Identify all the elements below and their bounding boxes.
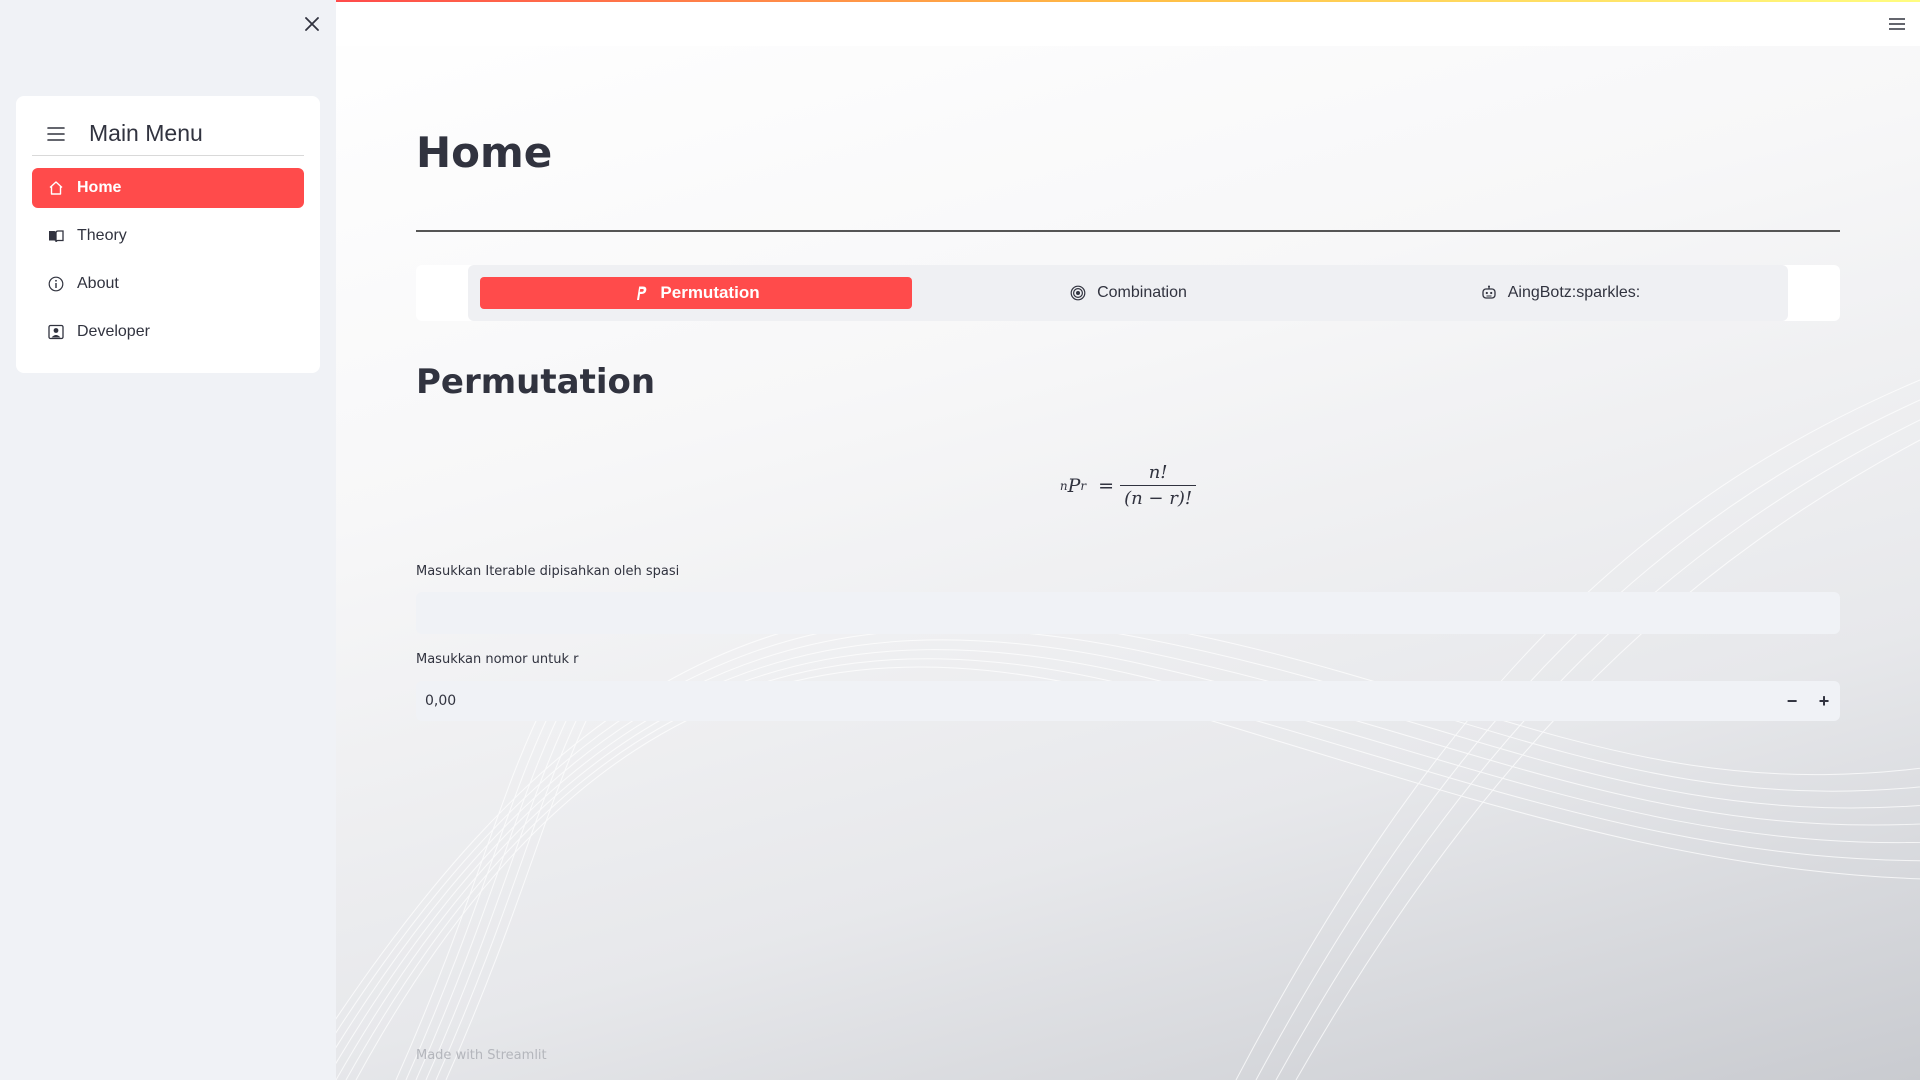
robot-icon	[1480, 284, 1498, 302]
main-area: Home Permutation Combination AingBotz:sp…	[336, 0, 1920, 1080]
menu-title: Main Menu	[89, 120, 203, 146]
r-number-input: 0,00 − +	[416, 681, 1840, 721]
main-menu-button[interactable]	[1886, 14, 1908, 34]
close-icon	[305, 17, 319, 31]
paypal-icon	[632, 284, 650, 302]
r-number-value[interactable]: 0,00	[416, 693, 1776, 709]
menu-item-home[interactable]: Home	[32, 168, 304, 208]
header-decoration-stripe	[336, 0, 1920, 2]
decrement-button[interactable]: −	[1776, 681, 1808, 721]
tab-aingbotz[interactable]: AingBotz:sparkles:	[1344, 277, 1776, 309]
info-circle-icon	[47, 275, 65, 293]
section-title: Permutation	[416, 362, 656, 402]
target-icon	[1069, 284, 1087, 302]
formula-fraction: n! (n − r)!	[1120, 462, 1197, 509]
footer-text: Made with Streamlit	[416, 1048, 547, 1063]
menu-item-label: About	[77, 275, 119, 292]
menu-item-label: Developer	[77, 323, 150, 340]
formula-numerator: n!	[1148, 462, 1168, 483]
formula-p: P	[1067, 474, 1081, 497]
iterable-input[interactable]	[416, 592, 1840, 634]
divider	[416, 230, 1840, 232]
page-title: Home	[416, 128, 553, 177]
tab-bar-container: Permutation Combination AingBotz:sparkle…	[416, 265, 1840, 321]
sidebar: Main Menu Home Theory About Developer	[0, 0, 336, 1080]
close-sidebar-button[interactable]	[300, 12, 324, 36]
option-menu: Main Menu Home Theory About Developer	[16, 96, 320, 373]
tab-bar: Permutation Combination AingBotz:sparkle…	[468, 265, 1788, 321]
menu-item-label: Home	[77, 179, 122, 196]
tab-label: Combination	[1097, 284, 1187, 301]
tab-label: AingBotz:sparkles:	[1507, 284, 1641, 301]
permutation-formula: nPr = n! (n − r)!	[416, 462, 1840, 509]
tab-combination[interactable]: Combination	[912, 277, 1344, 309]
list-icon	[47, 123, 69, 145]
formula-superscript: n	[1059, 478, 1068, 493]
formula-equals: =	[1098, 474, 1115, 497]
menu-header: Main Menu	[32, 112, 304, 156]
app-header	[336, 0, 1920, 46]
r-field-label: Masukkan nomor untuk r	[416, 652, 579, 667]
house-icon	[47, 179, 65, 197]
iterable-field-label: Masukkan Iterable dipisahkan oleh spasi	[416, 564, 680, 579]
menu-item-theory[interactable]: Theory	[32, 216, 304, 256]
formula-subscript: r	[1080, 478, 1087, 493]
tab-permutation[interactable]: Permutation	[480, 277, 912, 309]
menu-item-label: Theory	[77, 227, 127, 244]
increment-button[interactable]: +	[1808, 681, 1840, 721]
hamburger-icon	[1889, 18, 1905, 30]
background-wave-decoration	[336, 379, 1920, 1080]
formula-lhs: nPr	[1060, 462, 1086, 509]
tab-label: Permutation	[660, 283, 760, 302]
menu-item-developer[interactable]: Developer	[32, 312, 304, 352]
formula-denominator: (n − r)!	[1120, 485, 1197, 509]
person-badge-icon	[47, 323, 65, 341]
menu-item-about[interactable]: About	[32, 264, 304, 304]
book-icon	[47, 227, 65, 245]
